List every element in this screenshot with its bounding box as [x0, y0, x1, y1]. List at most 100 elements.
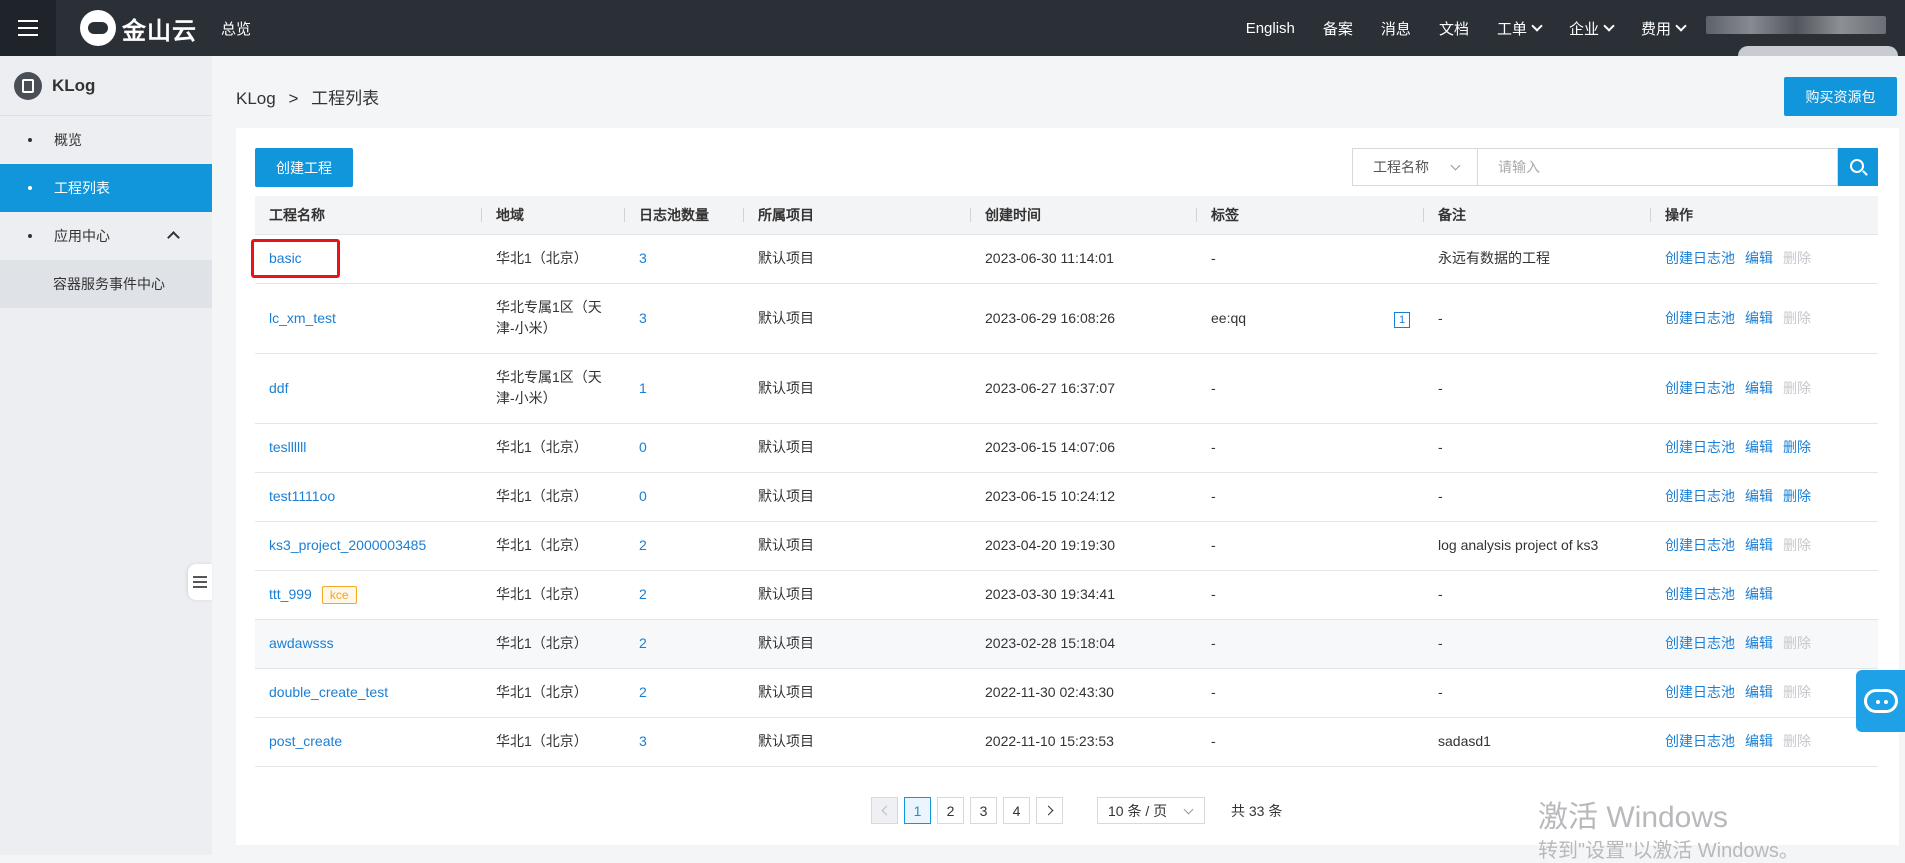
project-name-link[interactable]: lc_xm_test [269, 310, 336, 326]
cell-created-time: 2023-06-27 16:37:07 [971, 353, 1197, 424]
cell-name: ddf [255, 353, 482, 424]
cell-actions: 创建日志池 编辑 [1651, 570, 1878, 620]
create-log-pool-link[interactable]: 创建日志池 [1665, 488, 1735, 504]
project-name-link[interactable]: tesllllll [269, 439, 306, 455]
help-assistant-button[interactable] [1856, 670, 1905, 732]
cell-name: basic [255, 234, 482, 284]
pool-count-link[interactable]: 3 [639, 310, 647, 326]
cell-note: - [1424, 423, 1651, 473]
page-button[interactable]: 4 [1003, 797, 1030, 824]
edit-project-link[interactable]: 编辑 [1745, 250, 1773, 266]
delete-project-link[interactable]: 删除 [1783, 733, 1811, 749]
create-log-pool-link[interactable]: 创建日志池 [1665, 380, 1735, 396]
cell-tag: - [1197, 521, 1424, 571]
create-log-pool-link[interactable]: 创建日志池 [1665, 439, 1735, 455]
edit-project-link[interactable]: 编辑 [1745, 310, 1773, 326]
page-button[interactable]: 1 [904, 797, 931, 824]
project-name-link[interactable]: ks3_project_2000003485 [269, 537, 426, 553]
page-button[interactable]: 3 [970, 797, 997, 824]
nav-messages[interactable]: 消息 [1381, 18, 1411, 39]
cell-tag: - [1197, 472, 1424, 522]
project-name-link[interactable]: awdawsss [269, 635, 334, 651]
project-name-link[interactable]: double_create_test [269, 684, 388, 700]
edit-project-link[interactable]: 编辑 [1745, 635, 1773, 651]
pool-count-link[interactable]: 0 [639, 439, 647, 455]
edit-project-link[interactable]: 编辑 [1745, 380, 1773, 396]
create-project-button[interactable]: 创建工程 [255, 148, 353, 187]
breadcrumb-root[interactable]: KLog [236, 89, 276, 108]
project-name-link[interactable]: ddf [269, 380, 288, 396]
search-field-select[interactable]: 工程名称 [1352, 148, 1478, 186]
user-account-blurred[interactable] [1706, 16, 1886, 34]
edit-project-link[interactable]: 编辑 [1745, 684, 1773, 700]
create-log-pool-link[interactable]: 创建日志池 [1665, 250, 1735, 266]
edit-project-link[interactable]: 编辑 [1745, 488, 1773, 504]
delete-project-link[interactable]: 删除 [1783, 250, 1811, 266]
cell-region: 华北1（北京） [482, 570, 625, 620]
buy-resource-pack-button[interactable]: 购买资源包 [1784, 77, 1897, 116]
pool-count-link[interactable]: 2 [639, 635, 647, 651]
cell-actions: 创建日志池 编辑 删除 [1651, 234, 1878, 284]
create-log-pool-link[interactable]: 创建日志池 [1665, 537, 1735, 553]
cell-name: tesllllll [255, 423, 482, 473]
prev-page-button[interactable] [871, 797, 898, 824]
delete-project-link[interactable]: 删除 [1783, 439, 1811, 455]
edit-project-link[interactable]: 编辑 [1745, 439, 1773, 455]
next-page-button[interactable] [1036, 797, 1063, 824]
delete-project-link[interactable]: 删除 [1783, 537, 1811, 553]
nav-enterprise-dropdown[interactable]: 企业 [1569, 18, 1615, 39]
cell-pool-count: 1 [625, 353, 744, 424]
overview-link[interactable]: 总览 [221, 18, 251, 39]
create-log-pool-link[interactable]: 创建日志池 [1665, 635, 1735, 651]
delete-project-link[interactable]: 删除 [1783, 684, 1811, 700]
cell-name: ttt_999 kce [255, 570, 482, 620]
delete-project-link[interactable]: 删除 [1783, 380, 1811, 396]
cell-region: 华北1（北京） [482, 668, 625, 718]
brand-logo[interactable]: 金山云 [80, 8, 197, 48]
breadcrumb-current: 工程列表 [311, 89, 380, 108]
nav-billing-dropdown[interactable]: 费用 [1641, 18, 1687, 39]
sidebar-item-project-list[interactable]: 工程列表 [0, 164, 212, 212]
nav-ticket-dropdown[interactable]: 工单 [1497, 18, 1543, 39]
cell-actions: 创建日志池 编辑 删除 [1651, 521, 1878, 571]
sidebar-collapse-icon[interactable] [188, 564, 212, 600]
edit-project-link[interactable]: 编辑 [1745, 586, 1773, 602]
nav-english[interactable]: English [1246, 20, 1295, 37]
pool-count-link[interactable]: 2 [639, 684, 647, 700]
search-button[interactable] [1838, 148, 1878, 186]
cloud-logo-icon [80, 10, 116, 46]
delete-project-link[interactable]: 删除 [1783, 310, 1811, 326]
create-log-pool-link[interactable]: 创建日志池 [1665, 586, 1735, 602]
edit-project-link[interactable]: 编辑 [1745, 537, 1773, 553]
table-row: basic 华北1（北京） 3 默认项目 2023-06-30 11:14:01- 永远有… [255, 234, 1878, 284]
delete-project-link[interactable]: 删除 [1783, 488, 1811, 504]
sidebar-subitem-container-events[interactable]: 容器服务事件中心 [0, 260, 212, 308]
project-name-link[interactable]: post_create [269, 733, 342, 749]
pool-count-link[interactable]: 0 [639, 488, 647, 504]
nav-docs[interactable]: 文档 [1439, 18, 1469, 39]
pool-count-link[interactable]: 3 [639, 733, 647, 749]
tag-count-badge[interactable]: 1 [1394, 311, 1410, 328]
hamburger-menu-icon[interactable] [0, 0, 56, 56]
create-log-pool-link[interactable]: 创建日志池 [1665, 310, 1735, 326]
search-field-selected: 工程名称 [1373, 159, 1429, 175]
project-name-link[interactable]: test1111oo [269, 488, 335, 504]
nav-filing[interactable]: 备案 [1323, 18, 1353, 39]
create-log-pool-link[interactable]: 创建日志池 [1665, 684, 1735, 700]
tag-value: - [1211, 684, 1216, 700]
delete-project-link[interactable]: 删除 [1783, 635, 1811, 651]
page-size-select[interactable]: 10 条 / 页 [1097, 797, 1205, 824]
page-button[interactable]: 2 [937, 797, 964, 824]
cell-name: awdawsss [255, 619, 482, 669]
pool-count-link[interactable]: 2 [639, 586, 647, 602]
sidebar-item-overview[interactable]: 概览 [0, 116, 212, 164]
pool-count-link[interactable]: 3 [639, 250, 647, 266]
pool-count-link[interactable]: 2 [639, 537, 647, 553]
project-name-link[interactable]: basic [269, 250, 302, 266]
sidebar-item-app-center[interactable]: 应用中心 [0, 212, 212, 260]
create-log-pool-link[interactable]: 创建日志池 [1665, 733, 1735, 749]
pool-count-link[interactable]: 1 [639, 380, 647, 396]
search-input[interactable] [1478, 148, 1838, 186]
edit-project-link[interactable]: 编辑 [1745, 733, 1773, 749]
project-name-link[interactable]: ttt_999 [269, 586, 312, 602]
